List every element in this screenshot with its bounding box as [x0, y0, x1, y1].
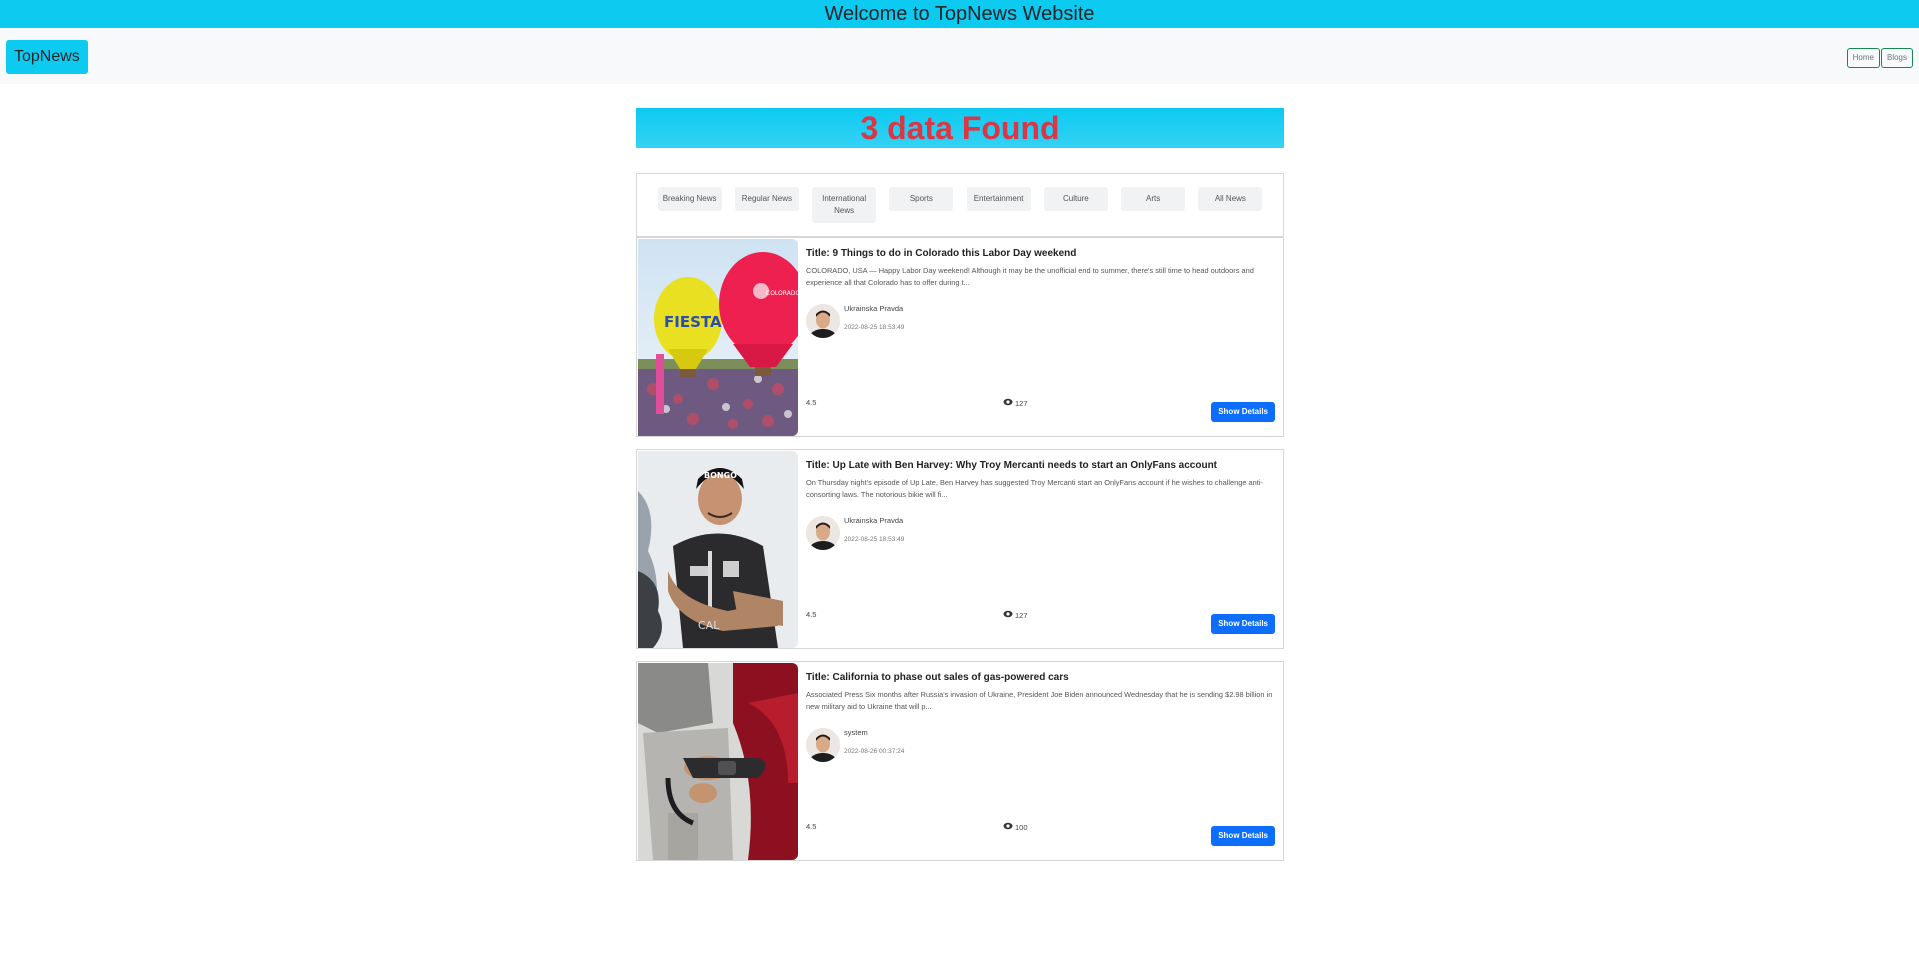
author-name: system: [844, 728, 868, 737]
category-arts[interactable]: Arts: [1121, 187, 1186, 211]
show-details-button[interactable]: Show Details: [1211, 402, 1275, 422]
author-block: Ukrainska Pravda 2022-08-25 18:53:49: [806, 304, 904, 338]
author-avatar: [806, 516, 840, 550]
news-card-body: Title: California to phase out sales of …: [806, 672, 1275, 852]
category-sports[interactable]: Sports: [889, 187, 954, 211]
publish-date: 2022-08-26 00:37:24: [844, 748, 905, 755]
svg-text:FIESTA: FIESTA: [664, 313, 722, 331]
brand-logo[interactable]: TopNews: [6, 40, 88, 74]
author-name: Ukrainska Pravda: [844, 516, 904, 525]
news-title[interactable]: Title: 9 Things to do in Colorado this L…: [806, 248, 1275, 259]
show-details-button[interactable]: Show Details: [1211, 614, 1275, 634]
news-card: Title: California to phase out sales of …: [636, 661, 1284, 861]
welcome-text: Welcome to TopNews Website: [824, 3, 1095, 25]
home-button[interactable]: Home: [1846, 48, 1880, 68]
category-breaking-news[interactable]: Breaking News: [657, 187, 722, 211]
views-value: 127: [1015, 610, 1028, 620]
category-regular-news[interactable]: Regular News: [734, 187, 799, 211]
rating-value: 4.5: [806, 822, 817, 831]
main-content: 3 data Found Breaking News Regular News …: [636, 108, 1284, 861]
views-value: 127: [1015, 398, 1028, 408]
news-thumbnail: [638, 663, 798, 860]
news-description: Associated Press Six months after Russia…: [806, 690, 1273, 711]
eye-icon: [1003, 398, 1013, 408]
views-value: 100: [1015, 822, 1028, 832]
results-count: 3 data Found: [636, 108, 1284, 148]
news-card: FIESTA COLORADO Title: 9 Things to do in…: [636, 237, 1284, 437]
views-count: 127: [1003, 398, 1028, 408]
navbar: TopNews Home Blogs: [0, 28, 1919, 84]
news-card-body: Title: 9 Things to do in Colorado this L…: [806, 248, 1275, 428]
views-count: 127: [1003, 610, 1028, 620]
news-thumbnail: FIESTA COLORADO: [638, 239, 798, 436]
eye-icon: [1003, 822, 1013, 832]
author-block: system 2022-08-26 00:37:24: [806, 728, 904, 762]
news-description: COLORADO, USA — Happy Labor Day weekend!…: [806, 266, 1254, 287]
welcome-banner: Welcome to TopNews Website: [0, 0, 1919, 28]
nav-buttons: Home Blogs: [1846, 48, 1913, 68]
news-card: BONGO CAL Title: Up Late with Ben Harvey…: [636, 449, 1284, 649]
category-international-news[interactable]: International News: [812, 187, 877, 223]
news-card-body: Title: Up Late with Ben Harvey: Why Troy…: [806, 460, 1275, 640]
show-details-button[interactable]: Show Details: [1211, 826, 1275, 846]
svg-text:BONGO: BONGO: [704, 471, 737, 480]
blogs-button[interactable]: Blogs: [1880, 48, 1913, 68]
eye-icon: [1003, 610, 1013, 620]
publish-date: 2022-08-25 18:53:49: [844, 536, 905, 543]
news-thumbnail: BONGO CAL: [638, 451, 798, 648]
news-title[interactable]: Title: Up Late with Ben Harvey: Why Troy…: [806, 460, 1275, 471]
svg-text:CAL: CAL: [698, 619, 720, 632]
author-name: Ukrainska Pravda: [844, 304, 904, 313]
rating-value: 4.5: [806, 398, 817, 407]
rating-value: 4.5: [806, 610, 817, 619]
publish-date: 2022-08-25 18:53:49: [844, 324, 905, 331]
news-title[interactable]: Title: California to phase out sales of …: [806, 672, 1275, 683]
category-all-news[interactable]: All News: [1198, 187, 1263, 211]
news-description: On Thursday night's episode of Up Late, …: [806, 478, 1263, 499]
svg-text:COLORADO: COLORADO: [766, 290, 798, 297]
author-block: Ukrainska Pravda 2022-08-25 18:53:49: [806, 516, 904, 550]
category-entertainment[interactable]: Entertainment: [966, 187, 1031, 211]
author-avatar: [806, 728, 840, 762]
category-culture[interactable]: Culture: [1043, 187, 1108, 211]
category-bar: Breaking News Regular News International…: [636, 173, 1284, 237]
views-count: 100: [1003, 822, 1028, 832]
author-avatar: [806, 304, 840, 338]
